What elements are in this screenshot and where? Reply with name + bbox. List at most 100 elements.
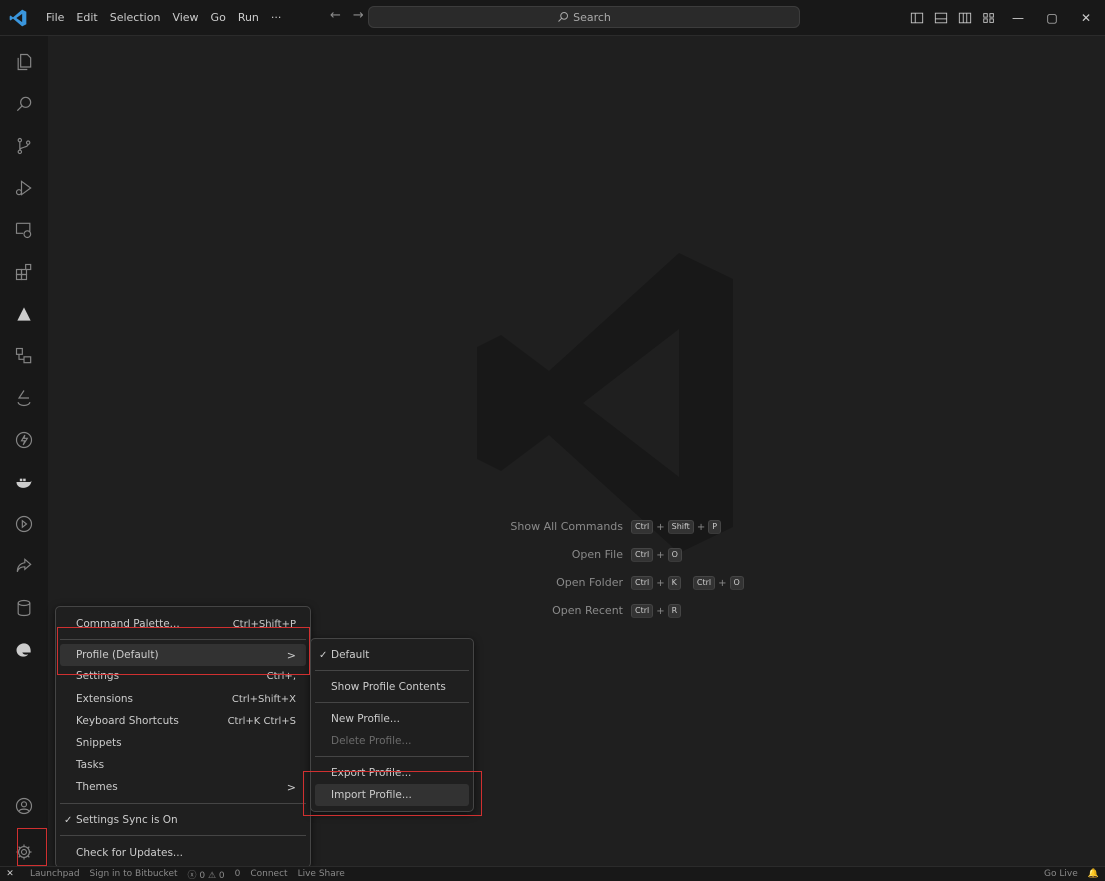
menu-item-label: Show Profile Contents xyxy=(331,681,446,693)
explorer-icon[interactable] xyxy=(12,50,36,74)
menu-item-shortcut: Ctrl+Shift+X xyxy=(231,693,296,705)
keybinding-key: K xyxy=(667,576,681,590)
edge-icon[interactable] xyxy=(12,638,36,662)
menu-item-label: Profile (Default) xyxy=(76,649,159,661)
menu-item-keyboard-shortcuts[interactable]: Keyboard Shortcuts Ctrl+K Ctrl+S xyxy=(60,710,306,732)
shortcut-label: Open Folder xyxy=(556,576,623,589)
keybinding-key: Ctrl xyxy=(631,520,654,534)
menu-item-shortcut: Ctrl+Shift+P xyxy=(232,618,296,630)
menu-item-extensions[interactable]: Extensions Ctrl+Shift+X xyxy=(60,688,306,710)
shortcut-label: Open File xyxy=(571,548,623,561)
forward-arrow-icon[interactable]: → xyxy=(353,8,364,23)
live-share-icon[interactable] xyxy=(12,554,36,578)
run-debug-icon[interactable] xyxy=(12,176,36,200)
lightning-icon[interactable] xyxy=(12,428,36,452)
database-icon[interactable] xyxy=(12,596,36,620)
menu-separator xyxy=(60,639,306,640)
menu-item-label: Extensions xyxy=(76,693,134,705)
welcome-shortcuts: Show All Commands Ctrl + Shift + P Open Fi… xyxy=(503,520,803,632)
title-controls: — ▢ ✕ xyxy=(907,0,1101,35)
submenu-item-default[interactable]: ✓ Default xyxy=(315,644,469,666)
status-ports[interactable]: 0 xyxy=(235,869,241,879)
deployment-icon[interactable] xyxy=(12,344,36,368)
docker-icon[interactable] xyxy=(12,470,36,494)
keybinding-key: Ctrl xyxy=(631,604,654,618)
status-launchpad[interactable]: Launchpad xyxy=(30,869,80,879)
status-bitbucket[interactable]: Sign in to Bitbucket xyxy=(90,869,178,879)
toggle-panel-icon[interactable] xyxy=(931,8,951,28)
submenu-item-show-profile-contents[interactable]: Show Profile Contents xyxy=(315,676,469,698)
menu-item-check-updates[interactable]: Check for Updates... xyxy=(60,842,306,864)
play-circle-icon[interactable] xyxy=(12,512,36,536)
menu-item-settings[interactable]: Settings Ctrl+, xyxy=(60,666,306,686)
search-label: Search xyxy=(573,10,611,24)
status-problems[interactable]: ⓧ 0 ⚠ 0 xyxy=(188,868,225,881)
toggle-secondary-sidebar-icon[interactable] xyxy=(955,8,975,28)
status-connect[interactable]: Connect xyxy=(250,869,287,879)
menu-item-tasks[interactable]: Tasks xyxy=(60,754,306,776)
notifications-bell-icon[interactable]: 🔔 xyxy=(1088,869,1099,879)
menu-item-shortcut: Ctrl+, xyxy=(266,670,296,682)
menu-item-label: Export Profile... xyxy=(331,767,412,779)
menu-item-label: Delete Profile... xyxy=(331,735,412,747)
menu-run[interactable]: Run xyxy=(232,7,265,29)
nav-arrows: ← → xyxy=(330,8,364,23)
menu-go[interactable]: Go xyxy=(205,7,232,29)
menu-item-profile[interactable]: Profile (Default) > xyxy=(60,644,306,666)
menu-item-label: New Profile... xyxy=(331,713,400,725)
menu-item-themes[interactable]: Themes > xyxy=(60,776,306,798)
menu-view[interactable]: View xyxy=(166,7,204,29)
shortcut-label: Open Recent xyxy=(552,604,623,617)
submenu-item-export-profile[interactable]: Export Profile... xyxy=(315,762,469,784)
customize-layout-icon[interactable] xyxy=(979,8,999,28)
shortcut-open-file[interactable]: Open File Ctrl + O xyxy=(503,548,803,562)
search-icon xyxy=(558,12,569,22)
check-icon: ✓ xyxy=(319,649,328,661)
maximize-button[interactable]: ▢ xyxy=(1037,7,1067,29)
shortcut-open-folder[interactable]: Open Folder Ctrl + K Ctrl + O xyxy=(503,576,803,590)
menu-item-label: Import Profile... xyxy=(331,789,412,801)
submenu-item-import-profile[interactable]: Import Profile... xyxy=(315,784,469,806)
remote-explorer-icon[interactable] xyxy=(12,218,36,242)
keybinding-key: O xyxy=(667,548,682,562)
minimize-button[interactable]: — xyxy=(1003,7,1033,29)
menu-item-label: Themes xyxy=(76,781,118,793)
back-arrow-icon[interactable]: ← xyxy=(330,8,341,23)
menu-item-label: Snippets xyxy=(76,737,122,749)
title-bar: File Edit Selection View Go Run ··· ← → … xyxy=(0,0,1105,36)
remote-indicator-icon[interactable]: ✕ xyxy=(0,867,20,881)
shortcut-open-recent[interactable]: Open Recent Ctrl + R xyxy=(503,604,803,618)
accessibility-icon[interactable] xyxy=(12,386,36,410)
menu-item-label: Tasks xyxy=(76,759,105,771)
keybinding-key: R xyxy=(667,604,682,618)
source-control-icon[interactable] xyxy=(12,134,36,158)
menu-file[interactable]: File xyxy=(40,7,70,29)
toggle-primary-sidebar-icon[interactable] xyxy=(907,8,927,28)
azure-icon[interactable] xyxy=(12,302,36,326)
shortcut-show-all-commands[interactable]: Show All Commands Ctrl + Shift + P xyxy=(503,520,803,534)
account-icon[interactable] xyxy=(12,794,36,818)
menu-item-command-palette[interactable]: Command Palette... Ctrl+Shift+P xyxy=(60,613,306,635)
search-icon[interactable] xyxy=(12,92,36,116)
menu-item-snippets[interactable]: Snippets xyxy=(60,732,306,754)
status-right: Go Live 🔔 xyxy=(1044,867,1099,881)
menu-item-label: Settings xyxy=(76,670,120,682)
extensions-icon[interactable] xyxy=(12,260,36,284)
menu-separator xyxy=(315,670,469,671)
manage-gear-icon[interactable] xyxy=(12,840,36,864)
menu-selection[interactable]: Selection xyxy=(104,7,167,29)
check-icon: ✓ xyxy=(64,814,73,826)
close-button[interactable]: ✕ xyxy=(1071,7,1101,29)
menu-edit[interactable]: Edit xyxy=(70,7,103,29)
keybinding-key: P xyxy=(708,520,722,534)
status-live-share[interactable]: Live Share xyxy=(298,869,345,879)
menu-item-settings-sync[interactable]: ✓ Settings Sync is On xyxy=(60,809,306,831)
vscode-watermark-icon xyxy=(477,253,733,553)
submenu-item-delete-profile: Delete Profile... xyxy=(315,730,469,752)
command-center-search[interactable]: Search xyxy=(368,6,800,28)
submenu-item-new-profile[interactable]: New Profile... xyxy=(315,708,469,730)
status-go-live[interactable]: Go Live xyxy=(1044,869,1078,879)
menu-item-shortcut: Ctrl+K Ctrl+S xyxy=(227,715,296,727)
chevron-right-icon: > xyxy=(286,648,296,662)
menu-more[interactable]: ··· xyxy=(265,7,288,29)
